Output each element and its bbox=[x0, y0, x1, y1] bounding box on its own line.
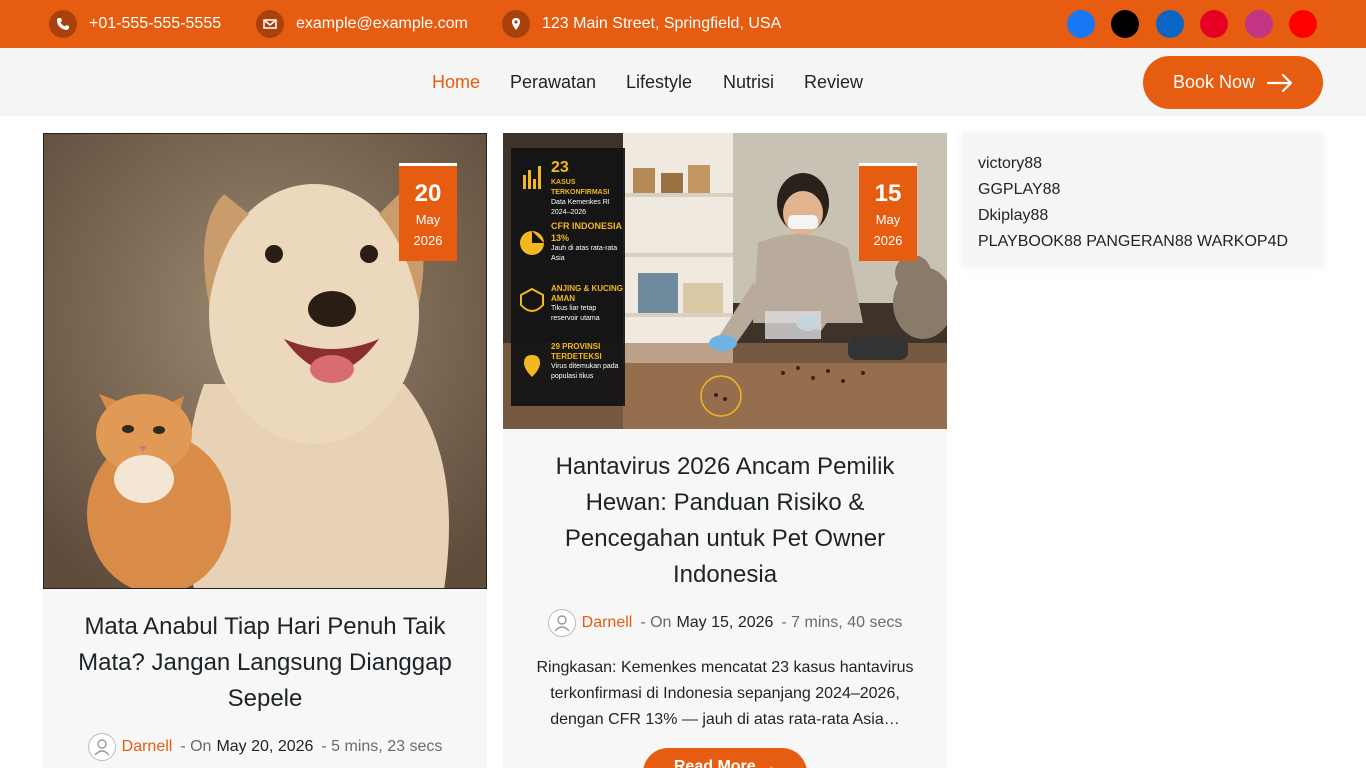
info-head-3: ANJING & KUCING AMAN bbox=[551, 284, 624, 303]
phone-contact[interactable]: +01-555-555-5555 bbox=[49, 10, 221, 38]
sidebar-link[interactable]: GGPLAY88 bbox=[978, 177, 1307, 203]
sidebar-link[interactable]: PLAYBOOK88 PANGERAN88 WARKOP4D bbox=[978, 229, 1307, 255]
info-big-2: CFR INDONESIA 13% bbox=[551, 221, 622, 243]
sidebar-link[interactable]: victory88 bbox=[978, 151, 1307, 177]
read-more-button[interactable]: Read More → bbox=[643, 748, 807, 768]
date-day: 20 bbox=[414, 180, 442, 207]
post-meta: Darnell - On May 15, 2026 - 7 mins, 40 s… bbox=[503, 609, 947, 637]
top-bar: +01-555-555-5555 example@example.com 123… bbox=[0, 0, 1366, 48]
author-link[interactable]: Darnell bbox=[582, 614, 633, 632]
on-label: - On bbox=[640, 614, 672, 631]
post-date: May 15, 2026 bbox=[676, 614, 774, 631]
date-year: 2026 bbox=[873, 233, 903, 248]
mail-icon bbox=[256, 10, 284, 38]
email-contact[interactable]: example@example.com bbox=[256, 10, 468, 38]
sidebar-widget: victory88 GGPLAY88 Dkiplay88 PLAYBOOK88 … bbox=[962, 133, 1323, 266]
avatar bbox=[87, 733, 116, 761]
date-month: May bbox=[415, 212, 441, 227]
infographic-text: 23 KASUS TERKONFIRMASI Data Kemenkes RI … bbox=[551, 158, 625, 382]
linkedin-icon[interactable] bbox=[1156, 10, 1184, 38]
info-sub-2: Jauh di atas rata-rata Asia bbox=[551, 245, 618, 262]
pinterest-icon[interactable] bbox=[1200, 10, 1228, 38]
post-card: 23 KASUS TERKONFIRMASI Data Kemenkes RI … bbox=[503, 133, 947, 768]
date-month: May bbox=[875, 212, 901, 227]
phone-text: +01-555-555-5555 bbox=[89, 15, 222, 32]
date-badge: 20 May 2026 bbox=[399, 163, 457, 261]
date-badge: 15 May 2026 bbox=[859, 163, 917, 261]
date-year: 2026 bbox=[413, 233, 443, 248]
main-nav: Home Perawatan Lifestyle Nutrisi Review … bbox=[0, 48, 1366, 116]
youtube-icon[interactable] bbox=[1289, 10, 1317, 38]
nav-nutrisi[interactable]: Nutrisi bbox=[723, 72, 774, 92]
nav-home[interactable]: Home bbox=[432, 72, 480, 92]
date-day: 15 bbox=[874, 180, 902, 207]
info-sub-3: Tikus liar tetap reservoir utama bbox=[551, 305, 600, 322]
nav-lifestyle[interactable]: Lifestyle bbox=[626, 72, 692, 92]
nav-perawatan[interactable]: Perawatan bbox=[510, 72, 596, 92]
post-title[interactable]: Hantavirus 2026 Ancam Pemilik Hewan: Pan… bbox=[523, 449, 927, 593]
avatar bbox=[547, 609, 576, 637]
arrow-right-icon bbox=[1267, 73, 1293, 92]
info-sub-1: Data Kemenkes RI 2024–2026 bbox=[551, 199, 610, 216]
post-date: May 20, 2026 bbox=[216, 738, 314, 755]
read-more-label: Read More bbox=[673, 758, 756, 768]
on-label: - On bbox=[180, 738, 212, 755]
x-icon[interactable] bbox=[1111, 10, 1139, 38]
book-now-label: Book Now bbox=[1172, 72, 1256, 92]
post-meta: Darnell - On May 20, 2026 - 5 mins, 23 s… bbox=[43, 733, 487, 761]
info-head-4: 29 PROVINSI TERDETEKSI bbox=[551, 342, 602, 361]
read-time: - 5 mins, 23 secs bbox=[321, 738, 443, 755]
sidebar-link[interactable]: Dkiplay88 bbox=[978, 203, 1307, 229]
post-card: 20 May 2026 Mata Anabul Tiap Hari Penuh … bbox=[43, 133, 487, 768]
author-link[interactable]: Darnell bbox=[122, 738, 173, 756]
nav-review[interactable]: Review bbox=[804, 72, 863, 92]
info-head-1: KASUS TERKONFIRMASI bbox=[551, 179, 610, 196]
info-sub-4: Virus ditemukan pada populasi tikus bbox=[551, 363, 619, 380]
address-text: 123 Main Street, Springfield, USA bbox=[542, 15, 782, 32]
phone-icon bbox=[49, 10, 77, 38]
arrow-right-icon: → bbox=[760, 758, 777, 768]
info-big-1: 23 bbox=[551, 159, 569, 176]
location-icon bbox=[502, 10, 530, 38]
instagram-icon[interactable] bbox=[1245, 10, 1273, 38]
book-now-button[interactable]: Book Now bbox=[1143, 56, 1323, 109]
post-excerpt: Ringkasan: Kemenkes mencatat 23 kasus ha… bbox=[536, 659, 914, 728]
address-contact: 123 Main Street, Springfield, USA bbox=[502, 10, 781, 38]
facebook-icon[interactable] bbox=[1067, 10, 1095, 38]
read-time: - 7 mins, 40 secs bbox=[781, 614, 903, 631]
post-title[interactable]: Mata Anabul Tiap Hari Penuh Taik Mata? J… bbox=[63, 609, 467, 717]
email-text: example@example.com bbox=[296, 15, 468, 32]
